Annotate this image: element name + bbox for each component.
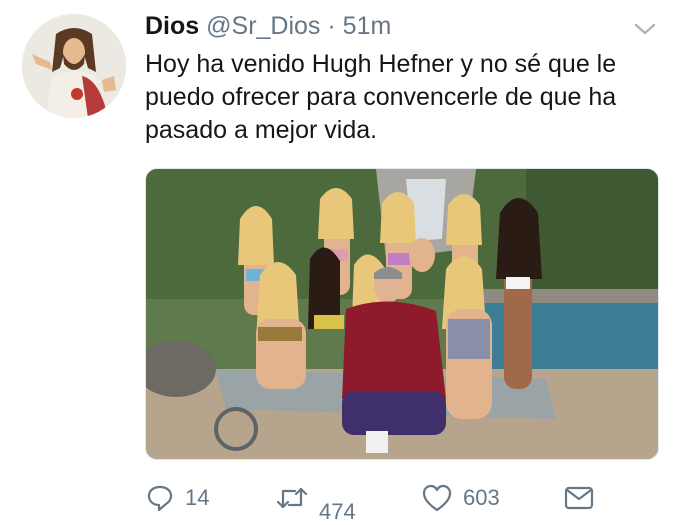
tweet-text: Hoy ha venido Hugh Hefner y no sé que le… [145, 50, 617, 144]
user-handle[interactable]: @Sr_Dios [206, 12, 320, 40]
heart-icon [422, 484, 452, 512]
reply-button[interactable]: 14 [145, 478, 209, 518]
like-count: 603 [463, 485, 500, 510]
envelope-icon [564, 486, 594, 510]
direct-message-button[interactable] [563, 478, 595, 518]
timestamp[interactable]: 51m [343, 12, 392, 40]
tweet-actions: 14 474 603 [145, 478, 655, 524]
reply-icon [147, 485, 173, 512]
retweet-icon [276, 487, 308, 509]
retweet-count: 474 [319, 499, 356, 524]
tweet-header: Dios @Sr_Dios · 51m [145, 10, 391, 42]
tweet: Dios @Sr_Dios · 51m Hoy ha venido Hugh H… [0, 0, 680, 524]
avatar[interactable] [22, 14, 126, 118]
chevron-down-icon[interactable] [634, 22, 656, 36]
display-name[interactable]: Dios [145, 12, 199, 40]
retweet-button[interactable]: 474 [275, 478, 356, 524]
photo-image [146, 169, 658, 459]
separator-dot: · [327, 12, 336, 40]
like-button[interactable]: 603 [421, 478, 500, 518]
jesus-avatar-image [22, 14, 126, 118]
tweet-media-photo[interactable] [145, 168, 659, 460]
reply-count: 14 [185, 485, 210, 510]
